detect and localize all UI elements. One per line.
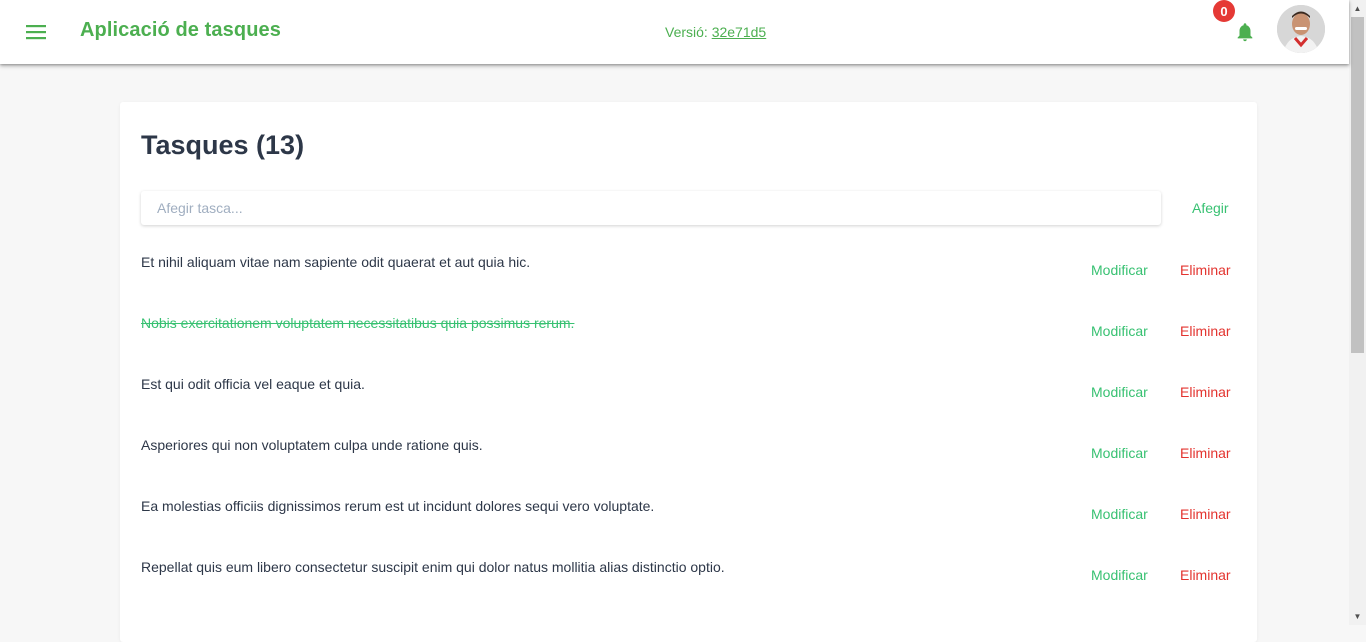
tasks-card: Tasques (13) Afegir Et nihil aliquam vit… — [120, 102, 1257, 642]
add-task-button[interactable]: Afegir — [1192, 200, 1229, 216]
notification-badge: 0 — [1213, 0, 1235, 22]
task-text[interactable]: Repellat quis eum libero consectetur sus… — [141, 559, 725, 575]
delete-button[interactable]: Eliminar — [1180, 567, 1231, 583]
menu-icon[interactable] — [22, 20, 50, 44]
add-task-input[interactable] — [141, 191, 1161, 225]
version-label: Versió: — [665, 24, 708, 40]
list-item: Et nihil aliquam vitae nam sapiente odit… — [141, 254, 1236, 294]
app-title: Aplicació de tasques — [80, 19, 281, 41]
avatar[interactable] — [1277, 5, 1325, 53]
delete-button[interactable]: Eliminar — [1180, 323, 1231, 339]
edit-button[interactable]: Modificar — [1091, 384, 1148, 400]
delete-button[interactable]: Eliminar — [1180, 384, 1231, 400]
task-text[interactable]: Et nihil aliquam vitae nam sapiente odit… — [141, 254, 530, 270]
app-bar: Aplicació de tasques Versió: 32e71d5 0 — [0, 0, 1349, 64]
edit-button[interactable]: Modificar — [1091, 445, 1148, 461]
edit-button[interactable]: Modificar — [1091, 262, 1148, 278]
edit-button[interactable]: Modificar — [1091, 323, 1148, 339]
version-info: Versió: 32e71d5 — [665, 24, 766, 40]
arrow-up-icon[interactable]: ▲ — [1349, 0, 1366, 17]
vertical-scrollbar[interactable]: ▲ ▼ — [1349, 0, 1366, 625]
bell-icon[interactable] — [1234, 21, 1256, 43]
list-item: Nobis exercitationem voluptatem necessit… — [141, 315, 1236, 355]
delete-button[interactable]: Eliminar — [1180, 445, 1231, 461]
list-item: Asperiores qui non voluptatem culpa unde… — [141, 437, 1236, 477]
list-item: Est qui odit officia vel eaque et quia. … — [141, 376, 1236, 416]
edit-button[interactable]: Modificar — [1091, 567, 1148, 583]
arrow-down-icon[interactable]: ▼ — [1349, 608, 1366, 625]
task-text[interactable]: Asperiores qui non voluptatem culpa unde… — [141, 437, 483, 453]
version-link[interactable]: 32e71d5 — [712, 24, 767, 40]
edit-button[interactable]: Modificar — [1091, 506, 1148, 522]
task-text-completed[interactable]: Nobis exercitationem voluptatem necessit… — [141, 315, 574, 331]
delete-button[interactable]: Eliminar — [1180, 506, 1231, 522]
scrollbar-thumb[interactable] — [1351, 17, 1364, 353]
page-title: Tasques (13) — [141, 130, 305, 160]
task-text[interactable]: Ea molestias officiis dignissimos rerum … — [141, 498, 654, 514]
task-text[interactable]: Est qui odit officia vel eaque et quia. — [141, 376, 365, 392]
list-item: Ea molestias officiis dignissimos rerum … — [141, 498, 1236, 538]
delete-button[interactable]: Eliminar — [1180, 262, 1231, 278]
list-item: Repellat quis eum libero consectetur sus… — [141, 559, 1236, 599]
